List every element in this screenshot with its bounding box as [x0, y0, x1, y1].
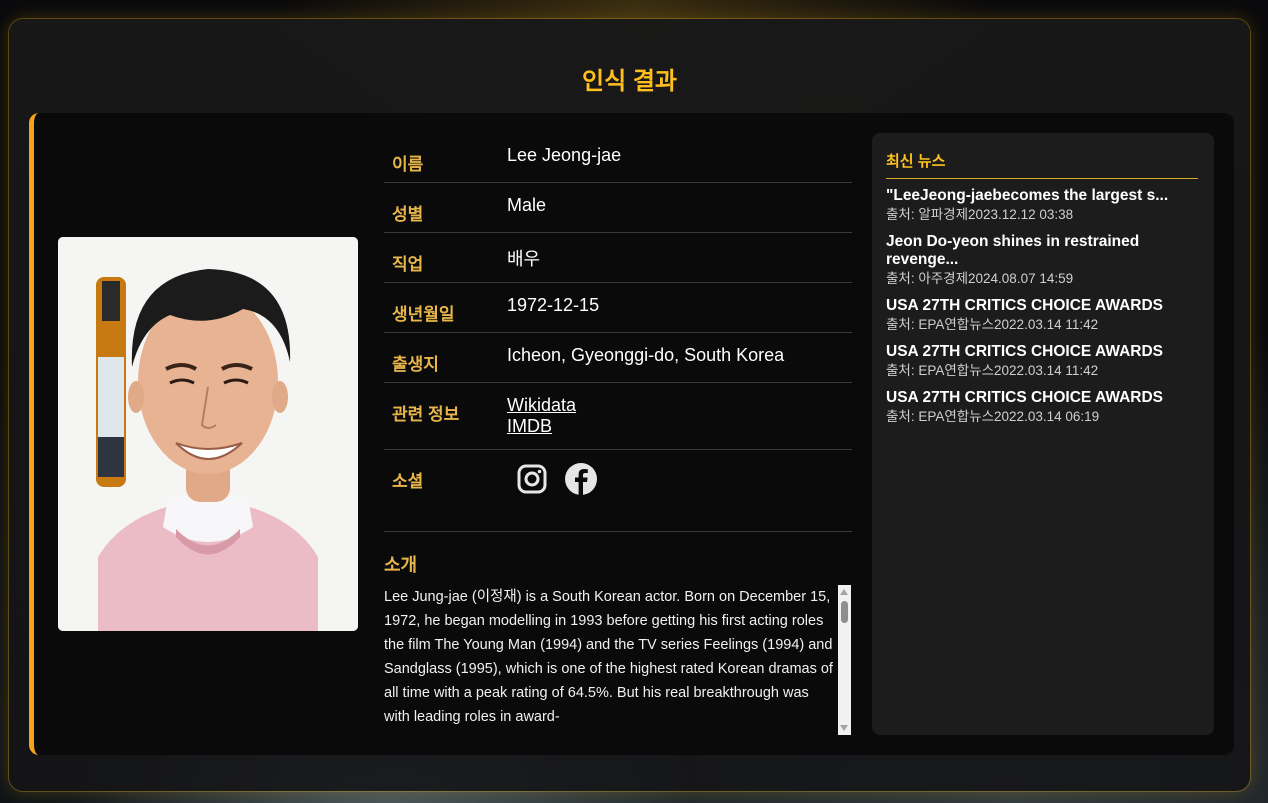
job-row: 직업 배우: [384, 233, 852, 283]
intro-title: 소개: [384, 555, 418, 575]
facebook-icon[interactable]: [564, 462, 598, 496]
gender-value: Male: [507, 195, 547, 215]
news-source: 출처: 아주경제2024.08.07 14:59: [886, 271, 1074, 286]
news-source: 출처: 알파경제2023.12.12 03:38: [886, 207, 1074, 222]
wikidata-link[interactable]: Wikidata: [507, 395, 852, 416]
name-row: 이름 Lee Jeong-jae: [384, 133, 852, 183]
news-headline[interactable]: USA 27TH CRITICS CHOICE AWARDS: [886, 389, 1201, 407]
news-source: 출처: EPA연합뉴스2022.03.14 11:42: [886, 363, 1099, 378]
profile-info: 이름 Lee Jeong-jae 성별 Male 직업 배우 생년월일 1972…: [384, 133, 852, 532]
news-item[interactable]: USA 27TH CRITICS CHOICE AWARDS 출처: EPA연합…: [886, 343, 1201, 381]
birth-place-row: 출생지 Icheon, Gyeonggi-do, South Korea: [384, 333, 852, 383]
related-row: 관련 정보 Wikidata IMDB: [384, 383, 852, 450]
news-source: 출처: EPA연합뉴스2022.03.14 06:19: [886, 409, 1100, 424]
scroll-thumb[interactable]: [841, 601, 848, 623]
social-row: 소셜: [384, 450, 852, 532]
news-panel: 최신 뉴스 "LeeJeong-jaebecomes the largest s…: [872, 133, 1214, 735]
birth-place-value: Icheon, Gyeonggi-do, South Korea: [507, 345, 785, 365]
intro-scrollbar[interactable]: [838, 585, 851, 735]
job-value: 배우: [507, 249, 541, 269]
news-headline[interactable]: USA 27TH CRITICS CHOICE AWARDS: [886, 297, 1201, 315]
page-title: 인식 결과: [582, 68, 677, 95]
person-portrait-icon: [58, 237, 358, 631]
birth-date-label: 생년월일: [392, 305, 455, 324]
birth-date-row: 생년월일 1972-12-15: [384, 283, 852, 333]
news-headline[interactable]: "LeeJeong-jaebecomes the largest s...: [886, 187, 1201, 205]
news-title: 최신 뉴스: [886, 150, 1198, 179]
news-source: 출처: EPA연합뉴스2022.03.14 11:42: [886, 317, 1099, 332]
birth-place-label: 출생지: [392, 355, 439, 374]
news-item[interactable]: "LeeJeong-jaebecomes the largest s... 출처…: [886, 187, 1201, 225]
news-item[interactable]: Jeon Do-yeon shines in restrained reveng…: [886, 233, 1201, 289]
social-label: 소셜: [392, 472, 424, 491]
result-card: 이름 Lee Jeong-jae 성별 Male 직업 배우 생년월일 1972…: [29, 113, 1234, 755]
scroll-up-arrow-icon[interactable]: [840, 589, 848, 595]
news-list: "LeeJeong-jaebecomes the largest s... 출처…: [886, 187, 1201, 435]
scroll-down-arrow-icon[interactable]: [840, 725, 848, 731]
gender-row: 성별 Male: [384, 183, 852, 233]
news-item[interactable]: USA 27TH CRITICS CHOICE AWARDS 출처: EPA연합…: [886, 389, 1201, 427]
name-value: Lee Jeong-jae: [507, 145, 622, 165]
imdb-link[interactable]: IMDB: [507, 416, 852, 437]
profile-photo: [58, 237, 358, 631]
news-headline[interactable]: Jeon Do-yeon shines in restrained reveng…: [886, 233, 1201, 269]
instagram-icon[interactable]: [515, 462, 549, 496]
related-label: 관련 정보: [392, 405, 460, 424]
gender-label: 성별: [392, 205, 424, 224]
job-label: 직업: [392, 255, 424, 274]
name-label: 이름: [392, 155, 424, 174]
birth-date-value: 1972-12-15: [507, 295, 600, 315]
intro-text: Lee Jung-jae (이정재) is a South Korean act…: [384, 589, 833, 725]
news-item[interactable]: USA 27TH CRITICS CHOICE AWARDS 출처: EPA연합…: [886, 297, 1201, 335]
news-headline[interactable]: USA 27TH CRITICS CHOICE AWARDS: [886, 343, 1201, 361]
result-panel: 인식 결과 이름 Lee Jeong-jae 성별 Male 직업 배우 생년월…: [9, 19, 1250, 791]
